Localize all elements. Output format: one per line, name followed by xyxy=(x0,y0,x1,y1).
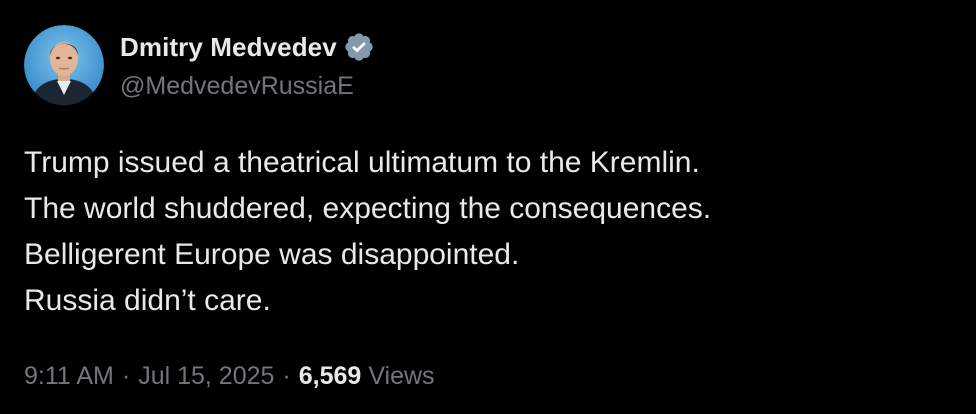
tweet-text-line: Russia didn’t care. xyxy=(24,284,271,317)
tweet-meta: 9:11 AM · Jul 15, 2025 · 6,569 Views xyxy=(24,362,435,391)
verified-badge-icon[interactable] xyxy=(343,31,375,63)
author-handle[interactable]: @MedvedevRussiaE xyxy=(120,72,354,101)
avatar-image xyxy=(24,25,104,105)
tweet-text-line: Belligerent Europe was disappointed. xyxy=(24,238,520,271)
tweet-time[interactable]: 9:11 AM xyxy=(24,362,114,391)
tweet-text-line: Trump issued a theatrical ultimatum to t… xyxy=(24,146,700,179)
views-label: Views xyxy=(368,362,435,390)
tweet-card: Dmitry Medvedev @MedvedevRussiaE Trump i… xyxy=(0,0,976,414)
views-count[interactable]: 6,569 xyxy=(299,362,362,391)
author-display-name[interactable]: Dmitry Medvedev xyxy=(120,32,337,63)
tweet-text-line: The world shuddered, expecting the conse… xyxy=(24,192,712,225)
meta-separator: · xyxy=(121,362,131,390)
avatar[interactable] xyxy=(24,25,104,105)
meta-separator: · xyxy=(282,362,291,390)
tweet-text: Trump issued a theatrical ultimatum to t… xyxy=(24,140,954,324)
author-row: Dmitry Medvedev xyxy=(120,30,375,64)
tweet-date[interactable]: Jul 15, 2025 xyxy=(138,362,274,391)
